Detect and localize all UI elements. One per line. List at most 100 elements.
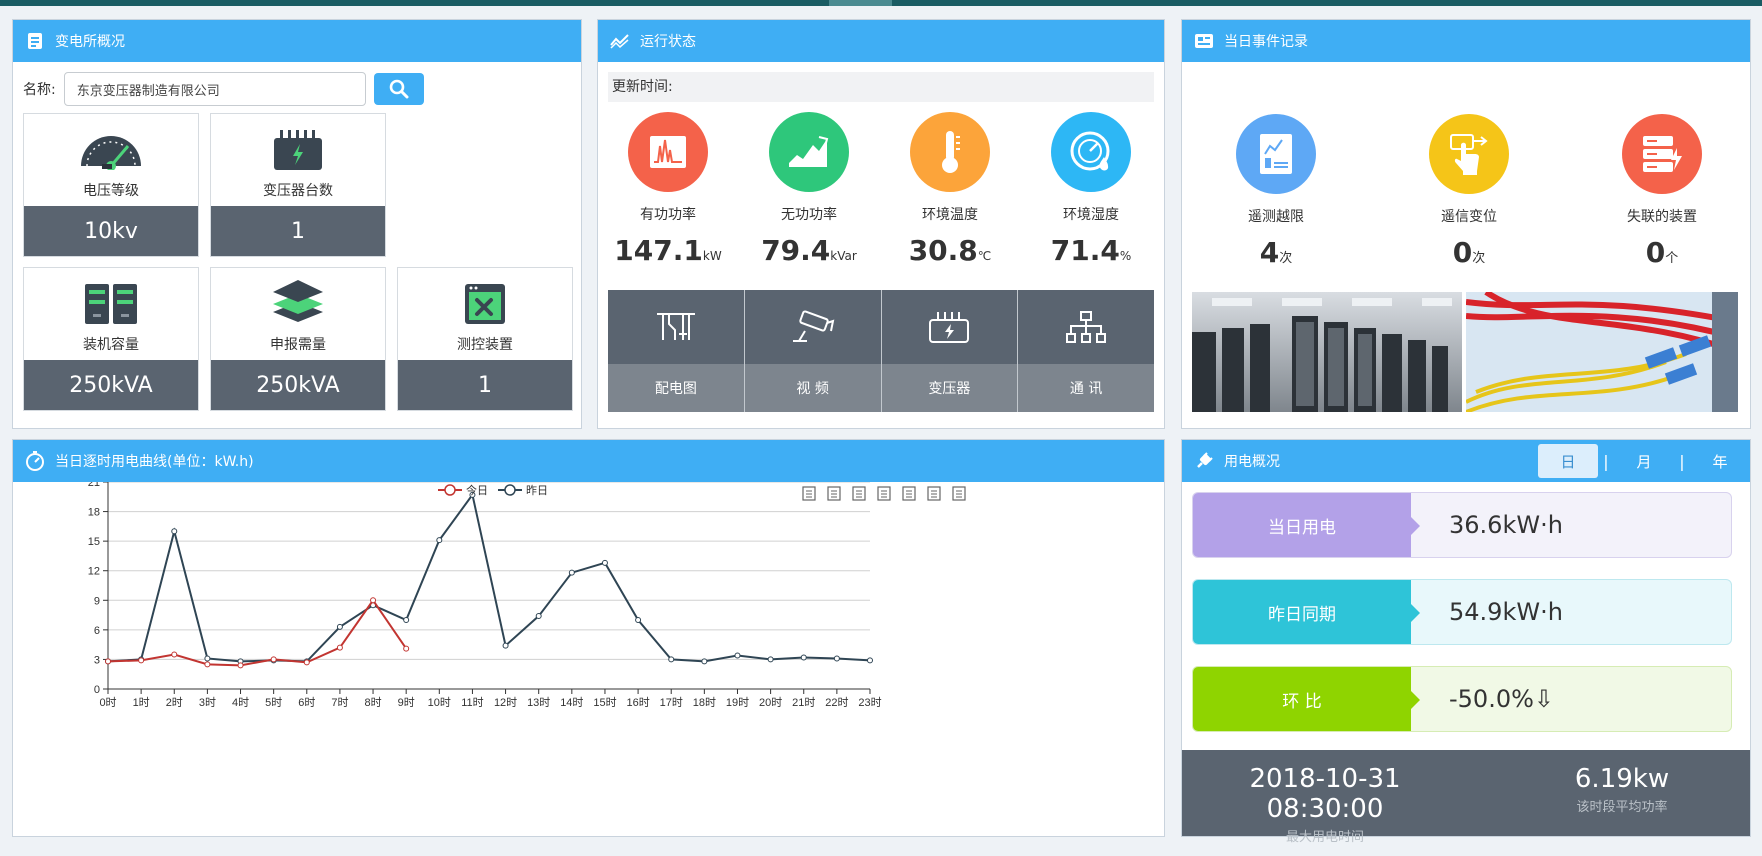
stat-unit: % [1119, 249, 1132, 263]
server-room-photo [1192, 292, 1462, 412]
event-telemetry-limit: 遥测越限 4次 [1196, 114, 1356, 269]
x-tick-label: 22时 [825, 696, 848, 709]
card-label: 装机容量 [83, 337, 139, 353]
tool-label: 视 频 [744, 364, 881, 412]
tool-transformer[interactable]: 变压器 [881, 290, 1019, 412]
event-label: 遥测越限 [1248, 209, 1304, 225]
x-tick-label: 12时 [494, 696, 517, 709]
hourly-line-chart: 0 3 6 9 12 15 18 21 0时 1时 2时 3时 4时 5时 6时 7时 8时 9时 10时 11时 12… [88, 482, 966, 709]
x-tick-label: 23时 [858, 696, 881, 709]
timer-icon [25, 451, 45, 471]
x-tick-label: 10时 [428, 696, 451, 709]
x-tick-label: 4时 [232, 696, 249, 709]
stat-label: 有功功率 [640, 207, 696, 223]
stat-unit: kVar [830, 249, 857, 263]
event-disconnected-devices: 失联的装置 0个 [1582, 114, 1742, 269]
series-line-yesterday [107, 492, 871, 663]
search-button[interactable] [373, 73, 424, 105]
stat-value-row: 71.4% [1021, 234, 1161, 267]
card-voltage-level: 电压等级 10kv [23, 113, 199, 257]
network-icon [1018, 290, 1154, 364]
tab-day[interactable]: 日 [1538, 444, 1598, 478]
bar-switch-icon[interactable] [852, 486, 866, 501]
data-point [303, 659, 310, 666]
tab-year[interactable]: 年 [1690, 444, 1750, 478]
card-installed-capacity: 装机容量 250kVA [23, 267, 199, 411]
server-icon [24, 278, 198, 330]
x-tick-label: 17时 [660, 696, 683, 709]
running-status-panel: 运行状态 更新时间: 有功功率 147.1kW 无功功率 79.4kVar 环境… [597, 19, 1165, 429]
event-value: 0 [1645, 236, 1666, 269]
save-image-icon[interactable] [952, 486, 966, 501]
max-usage-time: 2018-10-31 08:30:00 最大用电时间 [1200, 764, 1450, 845]
stat-value: 30.8 [908, 234, 978, 267]
name-search-row: 名称: [23, 72, 424, 106]
daily-events-panel: 当日事件记录 遥测越限 4次 遥信变位 0次 失联的装置 0个 [1181, 19, 1751, 429]
data-point [867, 657, 873, 664]
tab-separator: | [1603, 451, 1609, 471]
card-value: 250kVA [24, 360, 198, 410]
tool-distribution-diagram[interactable]: 配电图 [608, 290, 745, 412]
data-point [403, 617, 410, 623]
stat-unit: kW [702, 249, 722, 263]
y-tick-label: 9 [94, 595, 100, 607]
usage-value: 54.9kW·h [1449, 598, 1563, 626]
data-point [237, 662, 244, 669]
avg-power-value: 6.19kw [1574, 764, 1670, 794]
legend-marker [504, 484, 516, 496]
today-usage-row: 当日用电 36.6kW·h [1192, 492, 1732, 558]
card-transformer-count: 变压器台数 1 [210, 113, 386, 257]
transformer-icon [881, 290, 1018, 364]
yesterday-usage-row: 昨日同期 54.9kW·h [1192, 579, 1732, 645]
stack-icon[interactable] [877, 486, 891, 501]
data-point [370, 597, 377, 604]
legend-marker [444, 484, 456, 496]
x-tick-label: 11时 [461, 696, 483, 709]
tiled-icon[interactable] [902, 486, 916, 501]
data-point [668, 656, 675, 663]
stat-unit: ℃ [977, 249, 992, 263]
avg-power-caption: 该时段平均功率 [1576, 800, 1668, 815]
data-point [535, 613, 542, 620]
usage-label: 环 比 [1193, 667, 1420, 731]
data-point [403, 645, 410, 652]
humidity-gauge-icon [1051, 112, 1131, 192]
data-point [767, 656, 774, 663]
panel-header: 当日事件记录 [1182, 20, 1750, 62]
panel-title: 当日事件记录 [1224, 34, 1308, 50]
data-point [336, 644, 343, 651]
telemetry-report-icon [1236, 114, 1316, 194]
stat-value: 71.4 [1050, 234, 1120, 267]
panel-header: 运行状态 [598, 20, 1164, 62]
x-tick-label: 5时 [265, 696, 282, 709]
x-tick-label: 2时 [166, 696, 183, 709]
stat-label: 环境温度 [922, 207, 978, 223]
data-point [701, 658, 708, 665]
x-tick-label: 7时 [331, 696, 348, 709]
panel-header: 用电概况 日 | 月 | 年 [1182, 440, 1750, 482]
x-tick-label: 9时 [398, 696, 415, 709]
usage-overview-panel: 用电概况 日 | 月 | 年 当日用电 36.6kW·h 昨日同期 54.9kW… [1181, 439, 1751, 845]
event-value: 4 [1259, 236, 1280, 269]
tab-month[interactable]: 月 [1614, 444, 1674, 478]
y-tick-label: 12 [88, 566, 100, 578]
legend-label: 昨日 [526, 484, 548, 497]
max-time-caption: 最大用电时间 [1285, 830, 1364, 845]
name-input[interactable] [63, 72, 366, 106]
restore-icon[interactable] [927, 486, 941, 501]
data-point [568, 569, 575, 576]
hourly-consumption-panel: 当日逐时用电曲线(单位：kW.h) 0 3 6 9 12 15 18 21 0时 1时 2时 3时 4时… [12, 439, 1165, 837]
stat-value-row: 79.4kVar [739, 234, 879, 267]
tool-video[interactable]: 视 频 [744, 290, 882, 412]
x-tick-label: 21时 [792, 696, 815, 709]
stat-label: 无功功率 [781, 207, 837, 223]
card-value: 250kVA [211, 360, 385, 410]
data-view-icon[interactable] [802, 486, 816, 501]
quick-tools: 配电图 视 频 变压器 通 讯 [608, 290, 1154, 412]
line-switch-icon[interactable] [827, 486, 841, 501]
data-point [800, 654, 807, 661]
average-power: 6.19kw 该时段平均功率 [1522, 764, 1722, 815]
usage-label: 当日用电 [1193, 493, 1420, 557]
y-tick-label: 6 [94, 625, 100, 637]
tool-communication[interactable]: 通 讯 [1018, 290, 1154, 412]
